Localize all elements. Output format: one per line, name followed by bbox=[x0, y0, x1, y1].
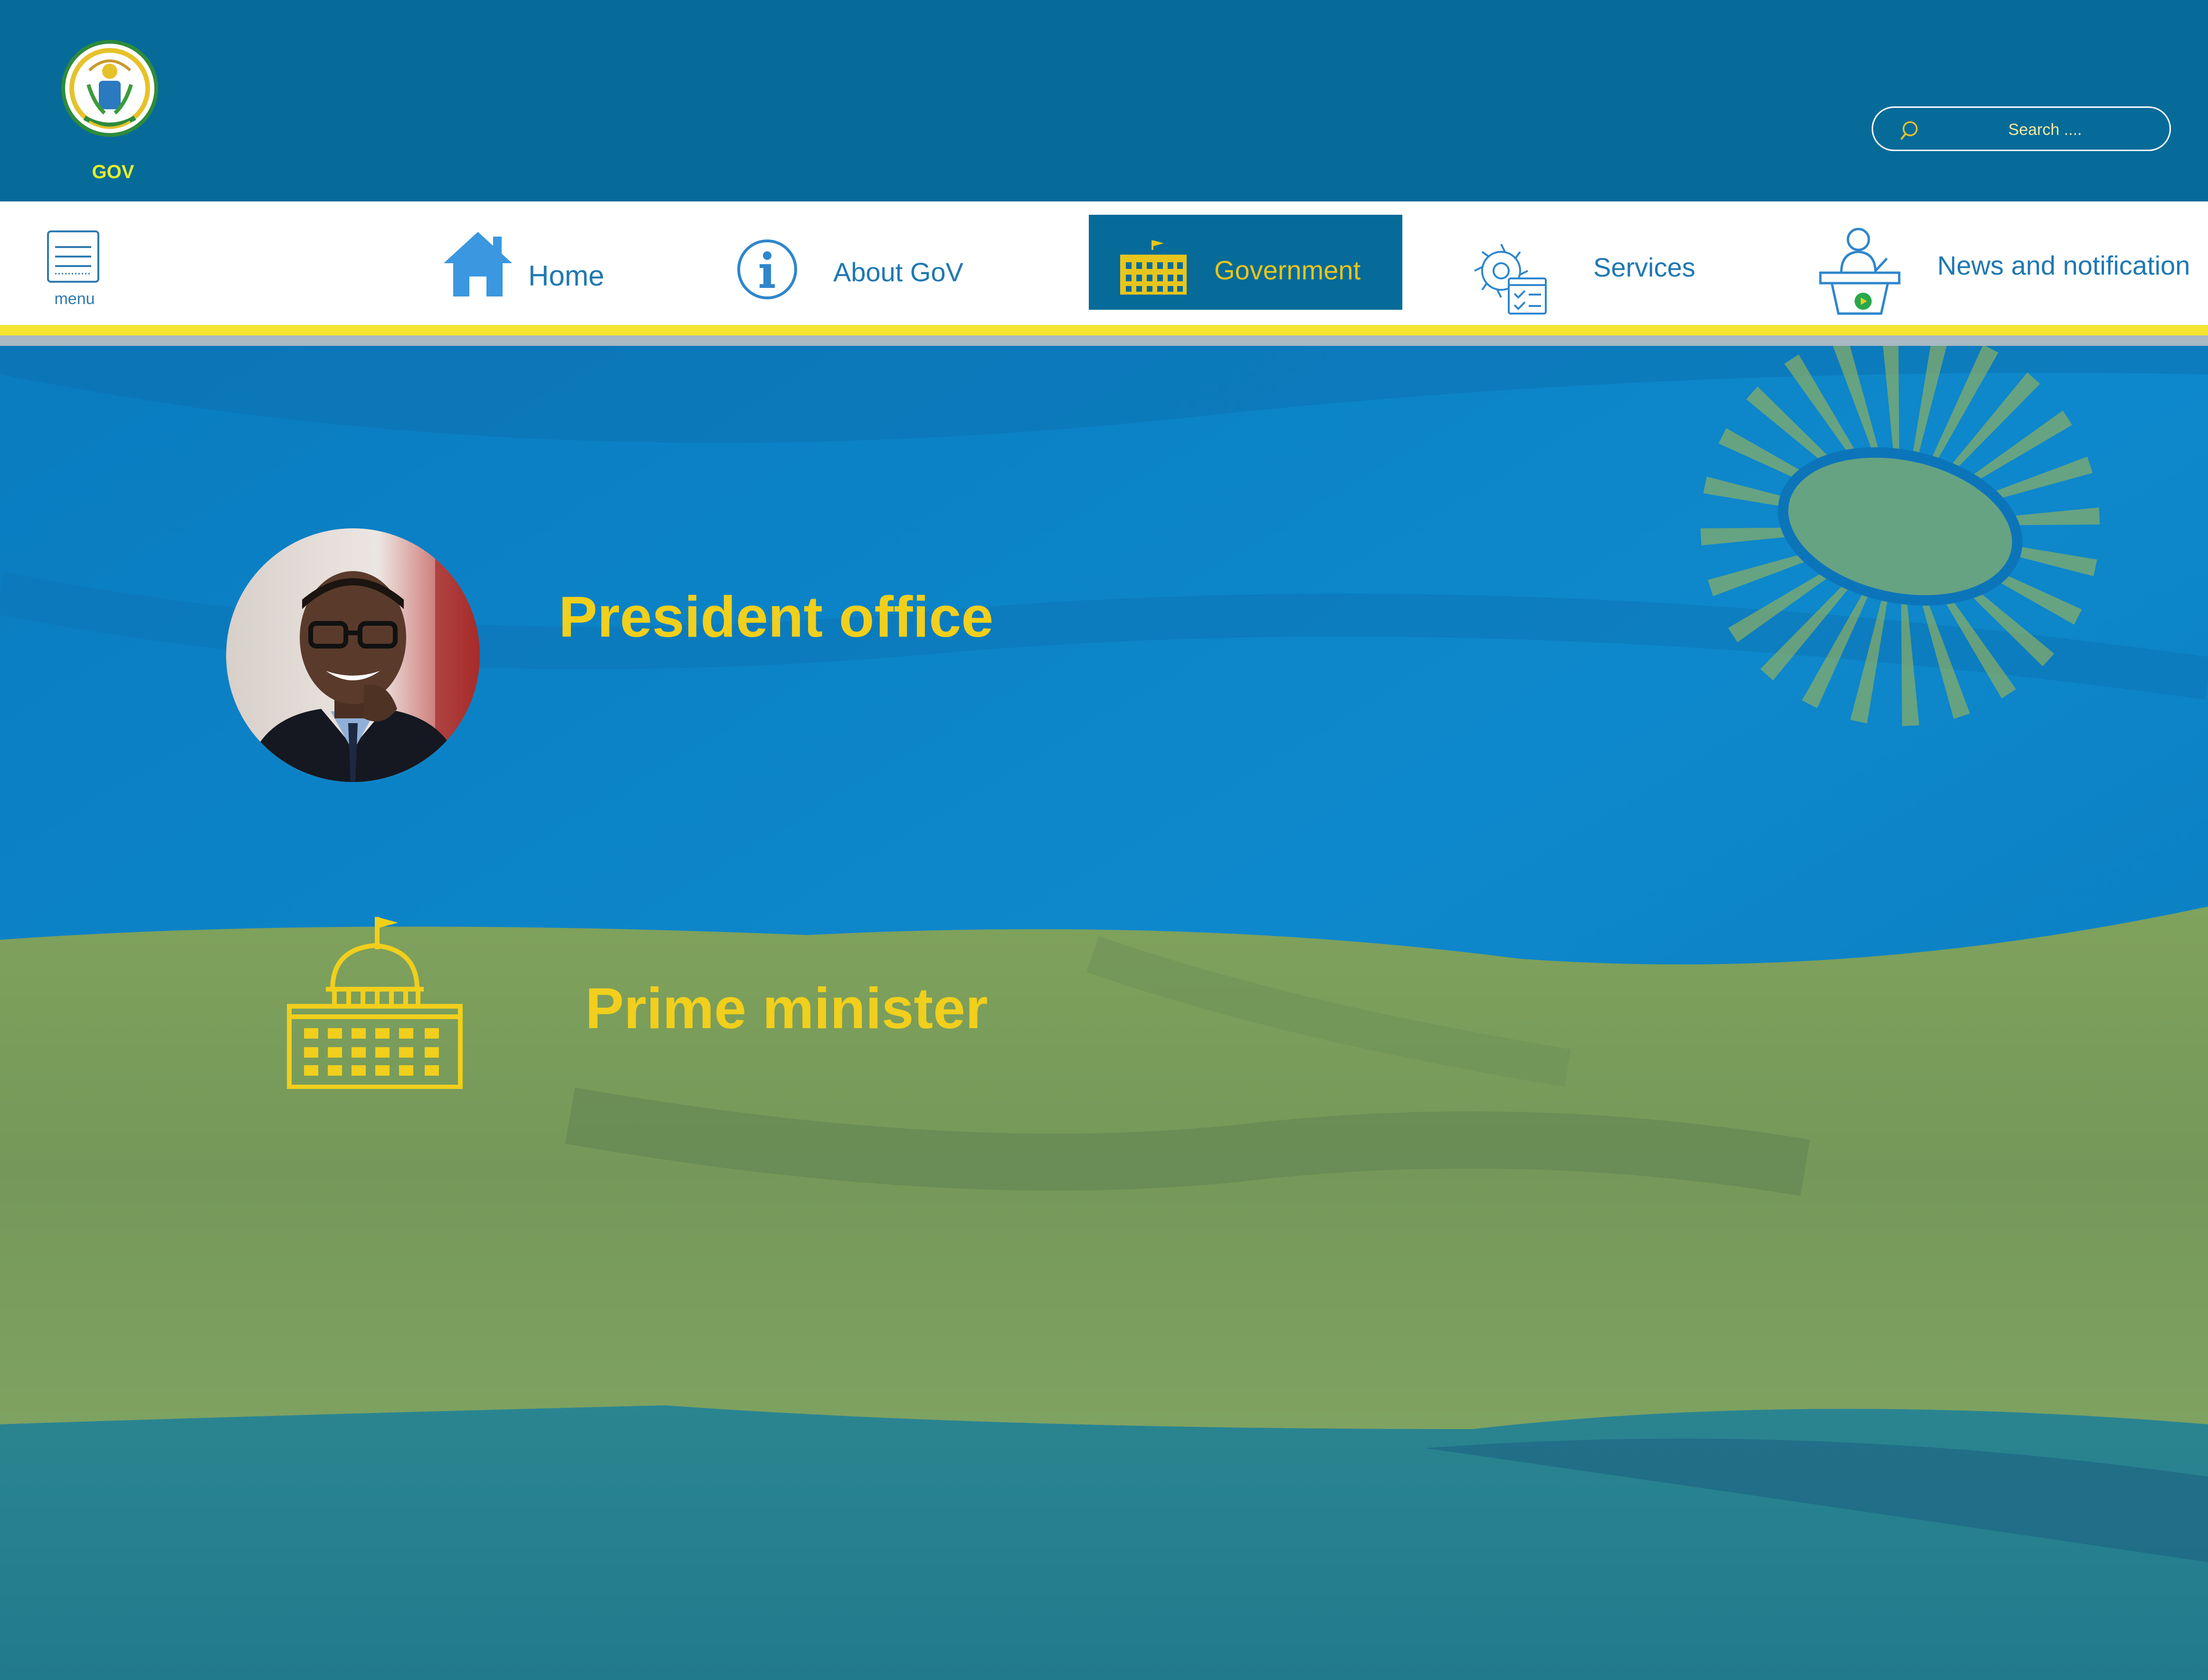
info-icon bbox=[737, 239, 797, 299]
search-box[interactable] bbox=[1872, 106, 2171, 151]
coat-of-arms-logo[interactable] bbox=[61, 37, 159, 146]
prime-minister-card[interactable]: Prime minister bbox=[287, 916, 999, 1092]
government-building-icon bbox=[1120, 240, 1187, 295]
logo-text: GOV bbox=[92, 162, 134, 182]
nav-home[interactable]: Home bbox=[440, 225, 620, 301]
hamburger-menu-icon[interactable] bbox=[47, 230, 100, 283]
navbar-divider-yellow bbox=[0, 325, 2208, 335]
menu-button[interactable]: menu bbox=[44, 230, 105, 311]
gear-checklist-icon bbox=[1474, 244, 1547, 315]
podium-speaker-icon bbox=[1819, 228, 1901, 315]
home-icon bbox=[444, 232, 512, 296]
president-portrait[interactable] bbox=[226, 528, 480, 782]
nav-home-label: Home bbox=[528, 260, 605, 292]
nav-news-label: News and notification bbox=[1937, 250, 2190, 280]
nav-government-label: Government bbox=[1214, 255, 1361, 285]
nav-services-label: Services bbox=[1593, 252, 1695, 282]
search-icon[interactable] bbox=[1900, 119, 1922, 142]
capitol-building-icon[interactable] bbox=[287, 916, 463, 1089]
nav-services[interactable]: Services bbox=[1468, 238, 1715, 318]
search-input[interactable] bbox=[1940, 116, 2151, 143]
menu-label: menu bbox=[54, 290, 95, 308]
nav-about[interactable]: About GoV bbox=[736, 236, 983, 302]
site-header: GOV bbox=[0, 0, 2208, 201]
prime-minister-label[interactable]: Prime minister bbox=[585, 975, 988, 1041]
president-office-card[interactable]: President office bbox=[226, 528, 993, 782]
nav-government[interactable]: Government bbox=[1089, 215, 1402, 310]
navbar-divider-gray bbox=[0, 335, 2208, 346]
nav-news[interactable]: News and notification bbox=[1811, 225, 2200, 320]
president-office-label[interactable]: President office bbox=[559, 583, 993, 650]
nav-about-label: About GoV bbox=[833, 257, 963, 287]
